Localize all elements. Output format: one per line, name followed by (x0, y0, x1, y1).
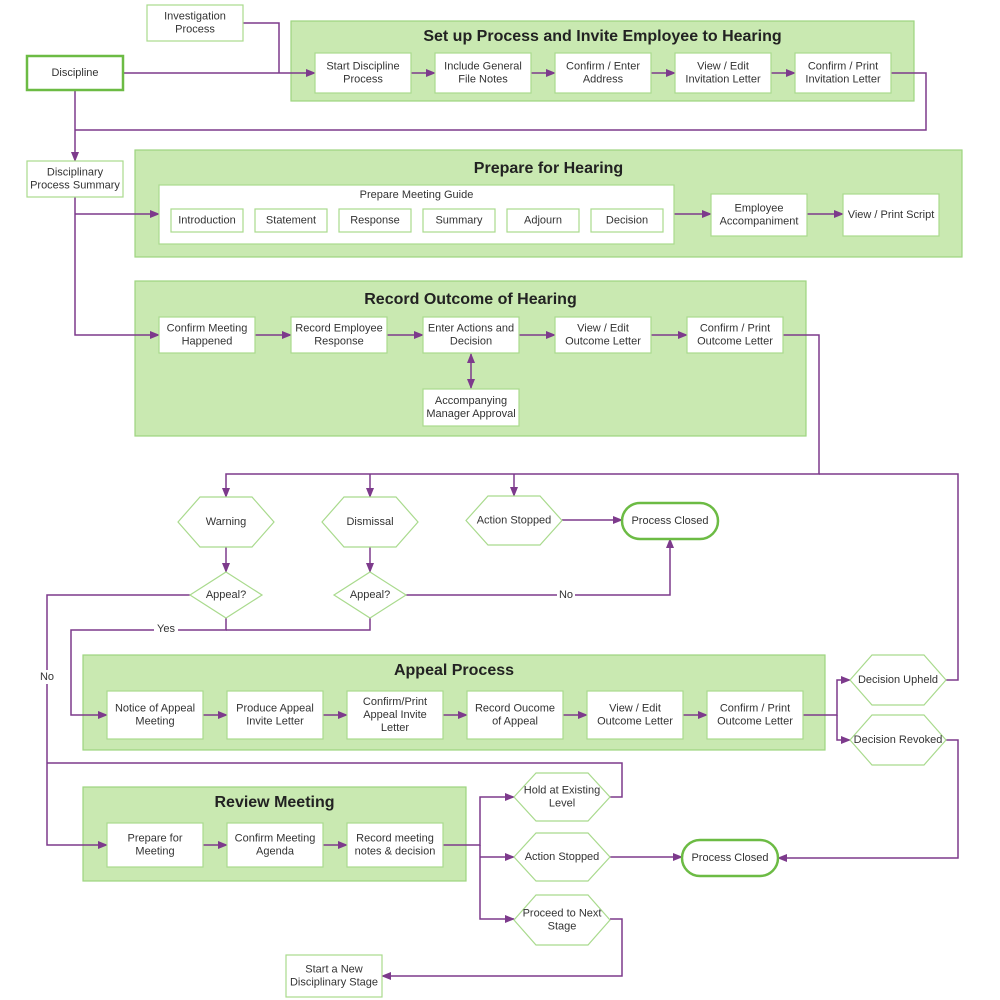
node-start: Start Discipline Process (314, 52, 412, 94)
edge-label-yes: Yes (157, 623, 175, 635)
node-label: Adjourn (524, 214, 562, 226)
node-summary: Disciplinary Process Summary (26, 160, 124, 198)
node-notes: Include General File Notes (434, 52, 532, 94)
node-intro: Introduction (170, 208, 244, 233)
group-title: Set up Process and Invite Employee to He… (423, 28, 781, 45)
connector-arrow (406, 538, 674, 596)
node-label: Introduction (178, 214, 235, 226)
node-emp-response: Record Employee Response (290, 316, 388, 354)
group-title: Prepare for Hearing (474, 160, 623, 177)
node-closed1: Process Closed (620, 501, 720, 541)
node-label: Prepare for Meeting (127, 832, 182, 857)
node-prep-meeting: Prepare for Meeting (106, 822, 204, 868)
group-title: Review Meeting (214, 794, 334, 811)
connector-arrow (819, 473, 959, 681)
connector-arrow (836, 715, 851, 744)
group-title: Record Outcome of Hearing (364, 291, 576, 308)
node-produce: Produce Appeal Invite Letter (226, 690, 324, 740)
node-summary-item: Summary (422, 208, 496, 233)
node-label: Dismissal (346, 516, 393, 528)
node-print-outcome2: Confirm / Print Outcome Letter (706, 690, 804, 740)
group-title: Appeal Process (394, 662, 514, 679)
node-view-outcome2: View / Edit Outcome Letter (586, 690, 684, 740)
node-action-stopped2: Action Stopped (513, 832, 611, 882)
connector-arrow (243, 22, 280, 73)
node-investigation: Investigation Process (146, 4, 244, 42)
node-upheld: Decision Upheld (849, 654, 947, 706)
node-statement: Statement (254, 208, 328, 233)
edge-label-no-right: No (559, 589, 573, 601)
node-new-stage: Start a New Disciplinary Stage (285, 954, 383, 998)
node-label: Decision (606, 214, 648, 226)
node-label: Produce Appeal Invite Letter (236, 702, 314, 727)
node-print-invite: Confirm / Print Invitation Letter (794, 52, 892, 94)
node-label: Record meeting notes & decision (355, 832, 436, 857)
node-manager: Accompanying Manager Approval (422, 388, 520, 427)
node-label: Response (350, 214, 400, 226)
node-label: Appeal? (206, 589, 246, 601)
node-actions: Enter Actions and Decision (422, 316, 520, 354)
node-label: Warning (206, 516, 247, 528)
node-label: Confirm / Print Outcome Letter (717, 702, 793, 727)
node-agenda: Confirm Meeting Agenda (226, 822, 324, 868)
node-notice: Notice of Appeal Meeting (106, 690, 204, 740)
disciplinary-process-flowchart: Set up Process and Invite Employee to He… (25, 4, 963, 998)
node-discipline: Discipline (25, 54, 125, 92)
node-label: View / Print Script (848, 209, 935, 221)
node-print-appeal: Confirm/Print Appeal Invite Letter (346, 690, 444, 740)
node-script: View / Print Script (842, 193, 940, 237)
node-view-outcome: View / Edit Outcome Letter (554, 316, 652, 354)
node-label: Statement (266, 214, 316, 226)
node-label: Confirm / Print Invitation Letter (805, 60, 881, 85)
node-address: Confirm / Enter Address (554, 52, 652, 94)
node-hold: Hold at Existing Level (513, 772, 611, 822)
node-appeal1: Appeal? (188, 571, 264, 619)
node-adjourn: Adjourn (506, 208, 580, 233)
node-print-outcome: Confirm / Print Outcome Letter (686, 316, 784, 354)
node-label: Confirm / Print Outcome Letter (697, 322, 773, 347)
node-accompaniment: Employee Accompaniment (710, 193, 808, 237)
node-appeal2: Appeal? (332, 571, 408, 619)
node-label: Appeal? (350, 589, 390, 601)
node-label: Summary (435, 214, 483, 226)
node-decision: Decision (590, 208, 664, 233)
node-label: Prepare Meeting Guide (360, 189, 474, 201)
connector-arrow (226, 618, 371, 631)
node-label: Discipline (51, 67, 98, 79)
node-label: Accompanying Manager Approval (426, 395, 515, 420)
node-response: Response (338, 208, 412, 233)
node-notes-decision: Record meeting notes & decision (346, 822, 444, 868)
node-label: Process Closed (631, 515, 708, 527)
node-dismissal: Dismissal (321, 496, 419, 548)
node-closed2: Process Closed (680, 838, 780, 878)
node-confirm-meeting: Confirm Meeting Happened (158, 316, 256, 354)
node-label: Decision Upheld (858, 674, 938, 686)
node-action-stopped: Action Stopped (465, 495, 563, 546)
node-warning: Warning (177, 496, 275, 548)
node-revoked: Decision Revoked (849, 714, 947, 766)
connector-arrow (479, 845, 515, 923)
node-view-invite: View / Edit Invitation Letter (674, 52, 772, 94)
node-label: Decision Revoked (854, 734, 943, 746)
node-label: Action Stopped (477, 514, 552, 526)
node-record-appeal: Record Oucome of Appeal (466, 690, 564, 740)
edge-label-no-left: No (40, 671, 54, 683)
node-proceed: Proceed to Next Stage (513, 894, 611, 946)
node-label: Action Stopped (525, 851, 600, 863)
node-label: Process Closed (691, 852, 768, 864)
